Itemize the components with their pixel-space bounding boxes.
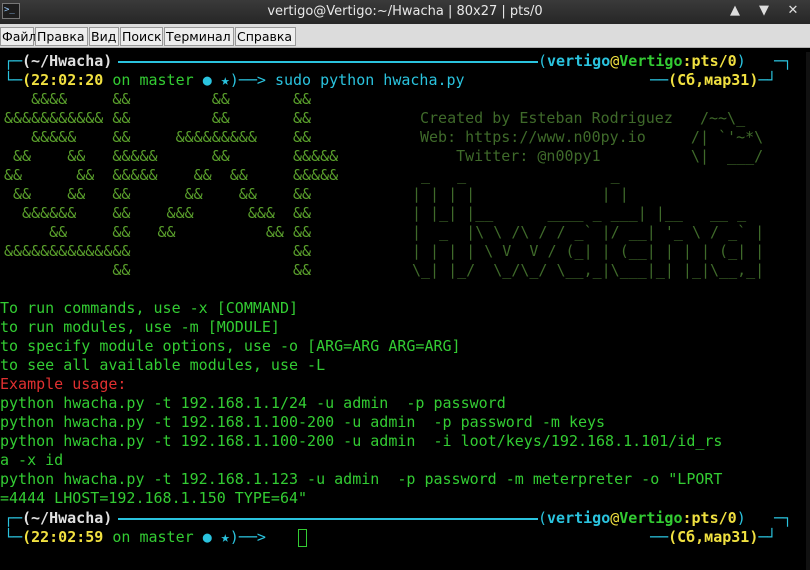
title-bar[interactable]: >_ vertigo@Vertigo:~/Hwacha | 80x27 | pt…	[0, 0, 810, 24]
menu-file[interactable]: Файл	[0, 27, 37, 46]
banner-logo: \_| |_/ \_/\_/ \__,_|\___|_| |_|\__,_|	[412, 261, 765, 279]
banner-twitter: Twitter: @n00py1 \| ___/	[420, 147, 764, 165]
minimize-icon[interactable]: ▼	[756, 3, 772, 18]
prompt-rule	[118, 61, 538, 63]
prompt-rule	[118, 518, 538, 520]
prompt-dir: (~/Hwacha)	[22, 509, 113, 527]
help-line: to run modules, use -m [MODULE]	[0, 318, 280, 336]
prompt-corner-top: ┌─	[4, 52, 23, 70]
menu-help[interactable]: Справка	[235, 27, 296, 46]
example-line: python hwacha.py -t 192.168.1.100-200 -u…	[0, 432, 723, 450]
status-dot-icon: ●	[202, 528, 212, 546]
help-line: to specify module options, use -o [ARG=A…	[0, 337, 461, 355]
star-icon: ★	[220, 71, 230, 89]
text-cursor[interactable]	[298, 529, 307, 547]
banner-ascii: &&&& && && &&	[4, 90, 312, 108]
banner-ascii: && && &&&&& && && &&&&&	[4, 166, 339, 184]
prompt-dir: (~/Hwacha)	[22, 52, 113, 70]
prompt-line: └─(22:02:20 on master ● ★)──> sudo pytho…	[4, 71, 465, 89]
close-icon[interactable]: ✕	[785, 3, 801, 18]
banner-ascii: &&&&&& && &&& &&& &&	[4, 204, 312, 222]
banner-ascii: && && &&&&& && &&&&&	[4, 147, 339, 165]
menu-search[interactable]: Поиск	[120, 27, 163, 46]
banner-logo: | | | | \ V V / (_| | (__| | | | (_| |	[412, 242, 765, 260]
menu-view[interactable]: Вид	[89, 27, 119, 46]
example-line: python hwacha.py -t 192.168.1.123 -u adm…	[0, 470, 723, 488]
star-icon: ★	[220, 528, 230, 546]
prompt-date: ──(Сб,мар31)─┘	[650, 71, 777, 89]
banner-logo: _ _ _	[412, 166, 620, 184]
scrollbar[interactable]	[806, 52, 810, 570]
terminal-output[interactable]: ┌─ (~/Hwacha) (vertigo@Vertigo:pts/0) ─┐…	[0, 52, 810, 570]
banner-logo: | _ |\ \ /\ / / _` |/ __| '_ \ / _` |	[412, 223, 765, 241]
prompt-corner-right: ─┐	[774, 509, 793, 527]
status-dot-icon: ●	[202, 71, 212, 89]
banner-ascii: && && && && && &&	[4, 185, 312, 203]
banner-credit: Created by Esteban Rodriguez /~~\_	[420, 109, 746, 127]
help-line: To run commands, use -x [COMMAND]	[0, 299, 299, 317]
prompt-user: (vertigo@Vertigo:pts/0)	[538, 52, 746, 70]
example-line: =4444 LHOST=192.168.1.150 TYPE=64"	[0, 489, 308, 507]
menu-edit[interactable]: Правка	[35, 27, 88, 46]
example-line: python hwacha.py -t 192.168.1.100-200 -u…	[0, 413, 606, 431]
banner-web: Web: https://www.n00py.io /| `'~*\	[420, 128, 764, 146]
terminal-window: >_ vertigo@Vertigo:~/Hwacha | 80x27 | pt…	[0, 0, 810, 570]
example-line: a -x id	[0, 451, 64, 469]
example-line: python hwacha.py -t 192.168.1.1/24 -u ad…	[0, 394, 506, 412]
menu-bar: Файл Правка Вид Поиск Терминал Справка	[0, 24, 810, 48]
banner-ascii: && &&	[4, 261, 312, 279]
menu-terminal[interactable]: Терминал	[164, 27, 234, 46]
command-text: sudo python hwacha.py	[274, 71, 465, 89]
prompt-user: (vertigo@Vertigo:pts/0)	[538, 509, 746, 527]
banner-logo: | |_| |__ ____ _ ___| |__ __ _	[412, 204, 747, 222]
example-header: Example usage:	[0, 375, 127, 393]
maximize-icon[interactable]: ▲	[727, 3, 743, 18]
help-line: to see all available modules, use -L	[0, 356, 326, 374]
prompt-corner-top: ┌─	[4, 509, 23, 527]
banner-ascii: &&&&&&&&&&&&&& &&	[4, 242, 312, 260]
window-title: vertigo@Vertigo:~/Hwacha | 80x27 | pts/0	[267, 4, 543, 19]
banner-ascii: &&&&& && &&&&&&&&& &&	[4, 128, 312, 146]
banner-ascii: &&&&&&&&&&& && && &&	[4, 109, 312, 127]
banner-ascii: && && && && &&	[4, 223, 312, 241]
banner-logo: | | | | | |	[412, 185, 629, 203]
prompt-date: ──(Сб,мар31)─┘	[650, 528, 777, 546]
prompt-corner-right: ─┐	[774, 52, 793, 70]
prompt-line: └─(22:02:59 on master ● ★)──>	[4, 528, 266, 546]
